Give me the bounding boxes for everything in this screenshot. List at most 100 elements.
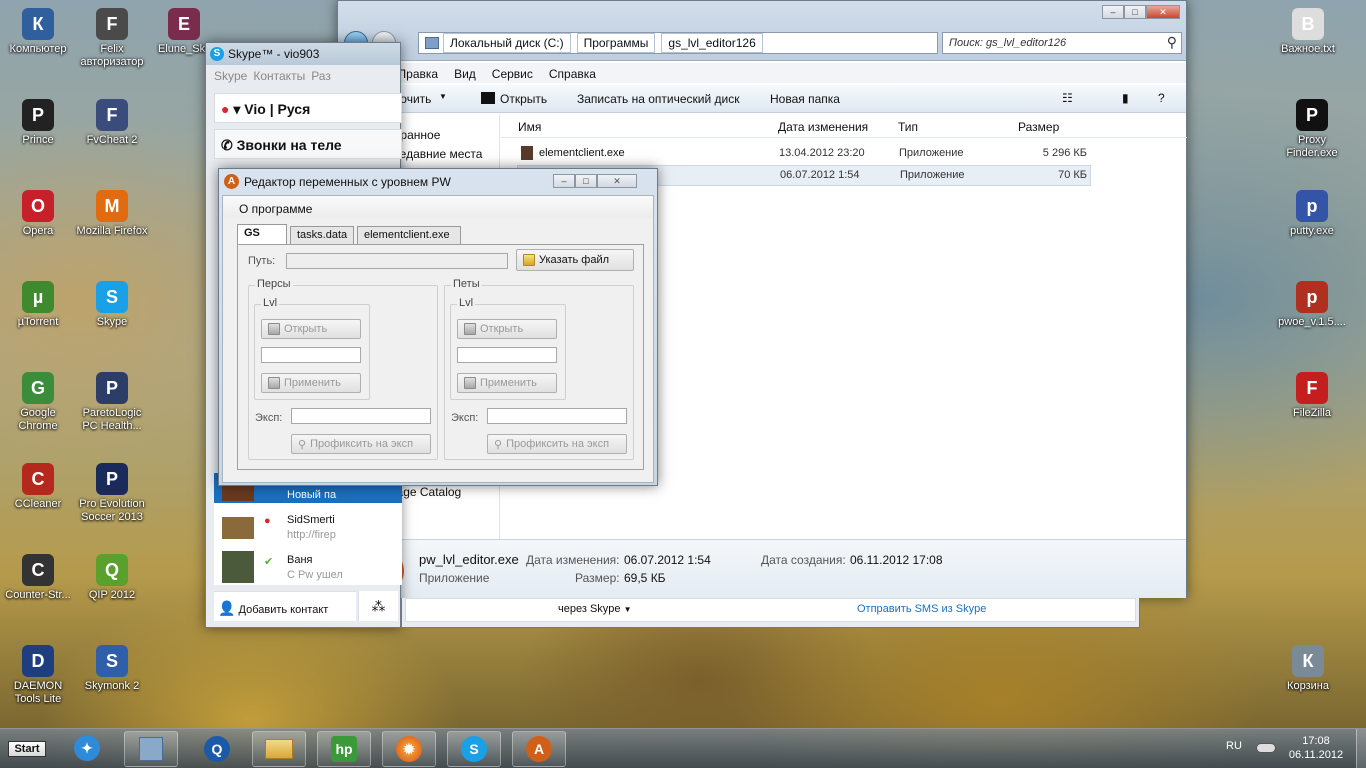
profix-button[interactable]: ⚲ Профиксить на эксп	[291, 434, 431, 454]
desktop-icon-R3[interactable]: p pwoe_v.1.5....	[1274, 281, 1350, 329]
path-input[interactable]	[286, 253, 508, 269]
open-button[interactable]: Открыть	[500, 92, 547, 106]
choose-file-button[interactable]: Указать файл	[516, 249, 634, 271]
menu-item[interactable]: Вид	[454, 67, 476, 81]
skype-menu-item[interactable]: Skype	[214, 69, 247, 85]
column-size[interactable]: Размер	[1018, 120, 1059, 134]
file-name: elementclient.exe	[539, 147, 625, 159]
breadcrumb-item[interactable]: gs_lvl_editor126	[661, 33, 763, 53]
desktop-icon-L0[interactable]: К Компьютер	[0, 8, 76, 56]
editor-titlebar[interactable]: A Редактор переменных с уровнем PW – □ ✕	[219, 169, 657, 193]
burn-button[interactable]: Записать на оптический диск	[577, 92, 740, 106]
apply-button[interactable]: Применить	[261, 373, 361, 393]
desktop-icon-R1[interactable]: P Proxy Finder.exe	[1274, 99, 1350, 160]
menu-item[interactable]: Сервис	[492, 67, 533, 81]
taskbar-item-hp[interactable]: hp	[317, 731, 371, 767]
breadcrumb-item[interactable]: Локальный диск (C:)	[443, 33, 571, 53]
lvl-input[interactable]	[457, 347, 557, 363]
taskbar-item-explorer[interactable]	[124, 731, 178, 767]
editor-window[interactable]: A Редактор переменных с уровнем PW – □ ✕ О…	[218, 168, 658, 486]
exp-input[interactable]	[487, 408, 627, 424]
editor-menubar: О программе	[223, 196, 653, 218]
desktop-icon-L1[interactable]: F Felix авторизатор	[74, 8, 150, 69]
list-item[interactable]: ✔ Ваня С Pw ушел	[214, 549, 402, 585]
tray-toggle-icon[interactable]	[1256, 743, 1276, 753]
desktop-icon-L6[interactable]: M Mozilla Firefox	[74, 190, 150, 238]
apply-button[interactable]: Применить	[457, 373, 557, 393]
desktop-icon-L15[interactable]: D DAEMON Tools Lite	[0, 645, 76, 706]
taskbar-item-skype[interactable]: S	[447, 731, 501, 767]
address-bar[interactable]: Локальный диск (C:) Программы gs_lvl_edi…	[418, 32, 938, 54]
via-skype-dropdown[interactable]: через Skype ▼	[558, 603, 632, 615]
desktop-icon-L10[interactable]: P ParetoLogic PC Health...	[74, 372, 150, 433]
list-item[interactable]: ● SidSmerti http://firep	[214, 509, 402, 545]
view-options-icon[interactable]: ☷	[1062, 91, 1073, 105]
desktop-icon-R4[interactable]: F FileZilla	[1274, 372, 1350, 420]
column-name[interactable]: Имя	[518, 120, 541, 134]
desktop-icon-L7[interactable]: µ µTorrent	[0, 281, 76, 329]
exp-input[interactable]	[291, 408, 431, 424]
maximize-button[interactable]: □	[575, 174, 597, 188]
about-menu-item[interactable]: О программе	[239, 202, 312, 216]
help-icon[interactable]: ?	[1158, 91, 1165, 105]
group-button[interactable]: ⁂	[358, 591, 398, 621]
desktop-icon-L12[interactable]: P Pro Evolution Soccer 2013	[74, 463, 150, 524]
clock[interactable]: 17:08 06.11.2012	[1286, 734, 1346, 762]
desktop-icon-label: Felix авторизатор	[80, 43, 144, 68]
close-button[interactable]: ✕	[1146, 5, 1180, 19]
preview-pane-icon[interactable]: ▮	[1122, 91, 1129, 105]
desktop-icon-L3[interactable]: P Prince	[0, 99, 76, 147]
add-contact-button[interactable]: 👤 Добавить контакт	[214, 591, 356, 621]
start-button[interactable]: Start	[8, 741, 46, 757]
taskbar-safari[interactable]: ✦	[74, 735, 100, 761]
skype-profile[interactable]: ● ▾ Vio | Руся	[214, 93, 402, 123]
open-button[interactable]: Открыть	[457, 319, 557, 339]
language-indicator[interactable]: RU	[1226, 740, 1242, 752]
taskbar-item-quicktime[interactable]: Q	[190, 731, 244, 767]
desktop-icon-R2[interactable]: p putty.exe	[1274, 190, 1350, 238]
minimize-button[interactable]: –	[1102, 5, 1124, 19]
desktop-icon-L13[interactable]: C Counter-Str...	[0, 554, 76, 602]
maximize-button[interactable]: □	[1124, 5, 1146, 19]
column-date[interactable]: Дата изменения	[778, 120, 868, 134]
menu-item[interactable]: Правка	[398, 67, 439, 81]
tab-gs[interactable]: GS	[237, 224, 287, 244]
desktop-icon-label: QIP 2012	[88, 589, 136, 601]
skype-titlebar[interactable]: S Skype™ - vio903	[206, 43, 400, 65]
tab-tasks-data[interactable]: tasks.data	[290, 226, 354, 244]
pes-icon: P	[96, 463, 128, 495]
table-row[interactable]: elementclient.exe 13.04.2012 23:20 Прило…	[517, 144, 1087, 164]
desktop-icon-L5[interactable]: O Opera	[0, 190, 76, 238]
open-button[interactable]: Открыть	[261, 319, 361, 339]
lvl-input[interactable]	[261, 347, 361, 363]
menu-item[interactable]: Справка	[549, 67, 596, 81]
desktop-icon-L14[interactable]: Q QIP 2012	[74, 554, 150, 602]
desktop-icon-L16[interactable]: S Skymonk 2	[74, 645, 150, 693]
taskbar-item-pw-editor[interactable]: A	[512, 731, 566, 767]
show-desktop-button[interactable]	[1356, 729, 1366, 768]
details-pane: A pw_lvl_editor.exe Приложение Дата изме…	[338, 539, 1186, 598]
column-type[interactable]: Тип	[898, 120, 918, 134]
send-sms-link[interactable]: Отправить SMS из Skype	[857, 603, 986, 615]
desktop-icon-R5[interactable]: К Корзина	[1270, 645, 1346, 693]
skype-calls[interactable]: ✆ Звонки на теле	[214, 129, 402, 159]
desktop-icon-L4[interactable]: F FvCheat 2	[74, 99, 150, 147]
explorer-titlebar[interactable]: –□✕ ← → Локальный диск (C:) Программы gs…	[338, 1, 1186, 61]
search-input[interactable]: Поиск: gs_lvl_editor126 ⚲	[942, 32, 1182, 54]
taskbar-item-folder[interactable]	[252, 731, 306, 767]
app-icon	[521, 146, 533, 160]
taskbar-item-firefox[interactable]: ✹	[382, 731, 436, 767]
desktop-icon-L8[interactable]: S Skype	[74, 281, 150, 329]
skype-menu-item[interactable]: Раз	[311, 69, 331, 85]
desktop-icon-L11[interactable]: C CCleaner	[0, 463, 76, 511]
tab-elementclient[interactable]: elementclient.exe	[357, 226, 461, 244]
close-button[interactable]: ✕	[597, 174, 637, 188]
path-label: Путь:	[248, 255, 276, 267]
desktop-icon-R0[interactable]: В Важное.txt	[1270, 8, 1346, 56]
desktop-icon-L9[interactable]: G Google Chrome	[0, 372, 76, 433]
new-folder-button[interactable]: Новая папка	[770, 92, 840, 106]
breadcrumb-item[interactable]: Программы	[576, 33, 656, 53]
skype-menu-item[interactable]: Контакты	[253, 69, 305, 85]
minimize-button[interactable]: –	[553, 174, 575, 188]
profix-button[interactable]: ⚲ Профиксить на эксп	[487, 434, 627, 454]
